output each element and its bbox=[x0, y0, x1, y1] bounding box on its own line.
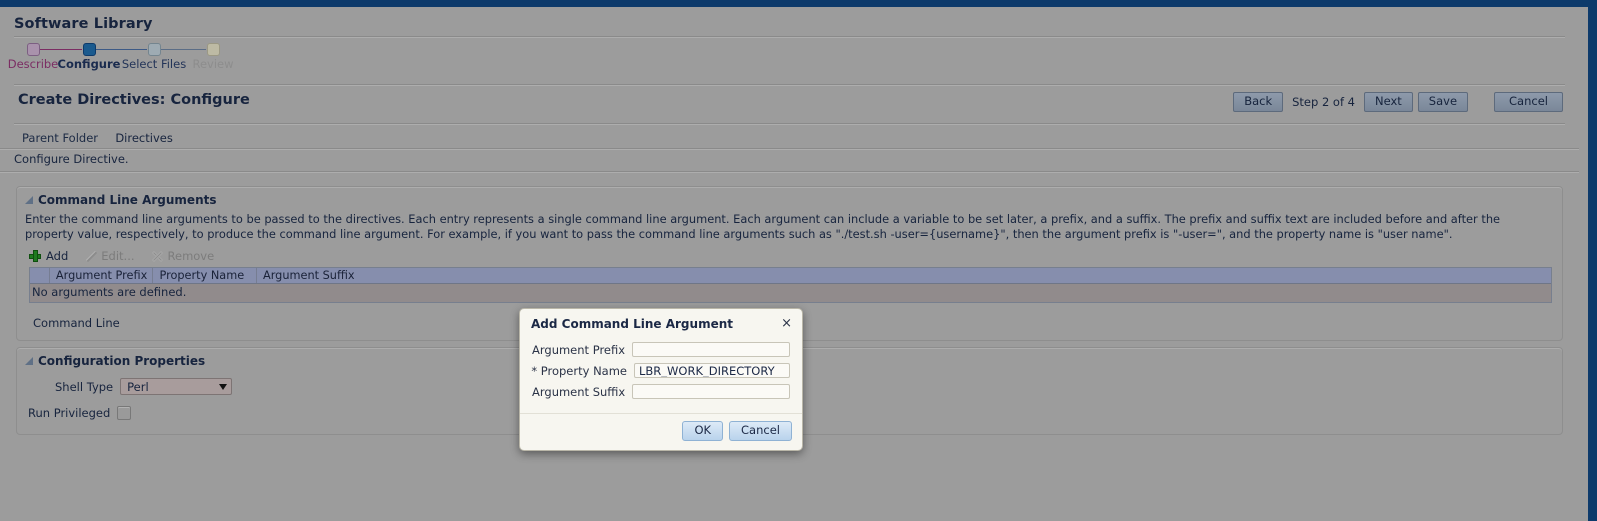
shell-type-select[interactable]: Perl bbox=[120, 378, 233, 395]
browser-window-frame: Software Library Describe Configure Select… bbox=[0, 0, 1597, 521]
dialog-field-label-property-name: * Property Name bbox=[531, 363, 627, 378]
dialog-title-bar: Add Command Line Argument × bbox=[520, 309, 802, 337]
instruction-text: Configure Directive. bbox=[14, 152, 129, 166]
train-step-node-icon bbox=[82, 43, 96, 56]
remove-argument-button[interactable]: Remove bbox=[151, 249, 215, 263]
train-step-label: Review bbox=[192, 57, 234, 71]
divider-under-parent-folder bbox=[0, 148, 1579, 150]
train-step-node-icon bbox=[147, 43, 161, 56]
shell-type-row: Shell Type Perl bbox=[55, 378, 1562, 395]
shell-type-label: Shell Type bbox=[55, 379, 114, 394]
dialog-field-property-name: * Property Name bbox=[531, 363, 790, 378]
command-line-row: Command Line bbox=[33, 316, 120, 330]
dialog-field-argument-prefix: Argument Prefix bbox=[532, 342, 790, 357]
dialog-field-label-argument-prefix: Argument Prefix bbox=[532, 342, 626, 357]
dialog-input-argument-suffix[interactable] bbox=[632, 384, 790, 399]
dialog-body: Argument Prefix * Property Name Argument S… bbox=[520, 337, 802, 407]
table-row-handle-column bbox=[30, 268, 50, 283]
cla-table-toolbar: Add Edit... Remove bbox=[17, 245, 1562, 267]
run-privileged-label: Run Privileged bbox=[28, 406, 111, 420]
divider-under-train bbox=[14, 84, 1565, 86]
divider-under-instruction bbox=[0, 171, 1579, 173]
train-connector-line bbox=[96, 49, 147, 50]
app-title: Software Library bbox=[14, 16, 153, 32]
dialog-title: Add Command Line Argument bbox=[531, 317, 733, 331]
edit-button-label: Edit... bbox=[101, 249, 135, 263]
column-header-argument-suffix[interactable]: Argument Suffix bbox=[257, 268, 1551, 283]
disclosure-triangle-icon[interactable] bbox=[25, 196, 33, 204]
step-indicator: Step 2 of 4 bbox=[1292, 95, 1355, 109]
page-content: Software Library Describe Configure Select… bbox=[0, 14, 1579, 521]
train-step-review[interactable]: Review bbox=[181, 40, 245, 71]
add-argument-button[interactable]: Add bbox=[29, 249, 68, 263]
arguments-table: Argument Prefix Property Name Argument Suf… bbox=[29, 267, 1552, 303]
divider-under-app-title bbox=[14, 36, 1565, 38]
dialog-cancel-button[interactable]: Cancel bbox=[729, 421, 792, 441]
pencil-icon bbox=[84, 250, 96, 262]
chevron-down-icon bbox=[219, 383, 228, 390]
train-step-node-icon bbox=[26, 43, 40, 56]
plus-icon bbox=[29, 250, 41, 262]
arguments-table-empty-message: No arguments are defined. bbox=[30, 284, 1551, 302]
disclosure-triangle-icon[interactable] bbox=[25, 357, 33, 365]
wizard-action-buttons: Back Step 2 of 4 Next Save Cancel bbox=[1233, 92, 1563, 112]
dialog-input-property-name[interactable] bbox=[634, 363, 790, 378]
dialog-footer: OK Cancel bbox=[520, 414, 802, 450]
remove-button-label: Remove bbox=[167, 249, 215, 263]
edit-argument-button[interactable]: Edit... bbox=[84, 249, 134, 263]
dialog-input-argument-prefix[interactable] bbox=[632, 342, 790, 357]
dialog-ok-button[interactable]: OK bbox=[682, 421, 724, 441]
parent-folder-label: Parent Folder bbox=[22, 131, 99, 145]
column-header-property-name[interactable]: Property Name bbox=[153, 268, 257, 283]
train-connector-line bbox=[40, 49, 82, 50]
back-button[interactable]: Back bbox=[1233, 92, 1284, 112]
command-line-label: Command Line bbox=[33, 316, 120, 330]
divider-under-page-title bbox=[14, 123, 1565, 125]
close-icon[interactable]: × bbox=[779, 317, 794, 330]
run-privileged-checkbox[interactable] bbox=[117, 406, 132, 420]
dialog-field-argument-suffix: Argument Suffix bbox=[532, 384, 790, 399]
next-button[interactable]: Next bbox=[1364, 92, 1413, 112]
arguments-table-header: Argument Prefix Property Name Argument Suf… bbox=[30, 267, 1551, 284]
parent-folder-row: Parent Folder Directives bbox=[22, 131, 173, 145]
train-step-node-icon bbox=[206, 43, 220, 56]
config-panel-title: Configuration Properties bbox=[38, 354, 206, 368]
dialog-field-label-argument-suffix: Argument Suffix bbox=[532, 384, 626, 399]
cla-panel-title: Command Line Arguments bbox=[38, 193, 217, 207]
add-button-label: Add bbox=[46, 249, 69, 263]
remove-x-icon bbox=[151, 250, 163, 262]
shell-type-value: Perl bbox=[127, 379, 149, 394]
cla-panel-header: Command Line Arguments bbox=[17, 187, 1562, 211]
cancel-button[interactable]: Cancel bbox=[1494, 92, 1563, 112]
page-title: Create Directives: Configure bbox=[18, 92, 250, 108]
cla-panel-description: Enter the command line arguments to be p… bbox=[25, 212, 1501, 241]
save-button[interactable]: Save bbox=[1417, 92, 1469, 112]
train-connector-line bbox=[161, 49, 206, 50]
add-command-line-argument-dialog: Add Command Line Argument × Argument Pre… bbox=[519, 308, 803, 451]
parent-folder-value: Directives bbox=[115, 131, 173, 145]
column-header-argument-prefix[interactable]: Argument Prefix bbox=[50, 268, 154, 283]
